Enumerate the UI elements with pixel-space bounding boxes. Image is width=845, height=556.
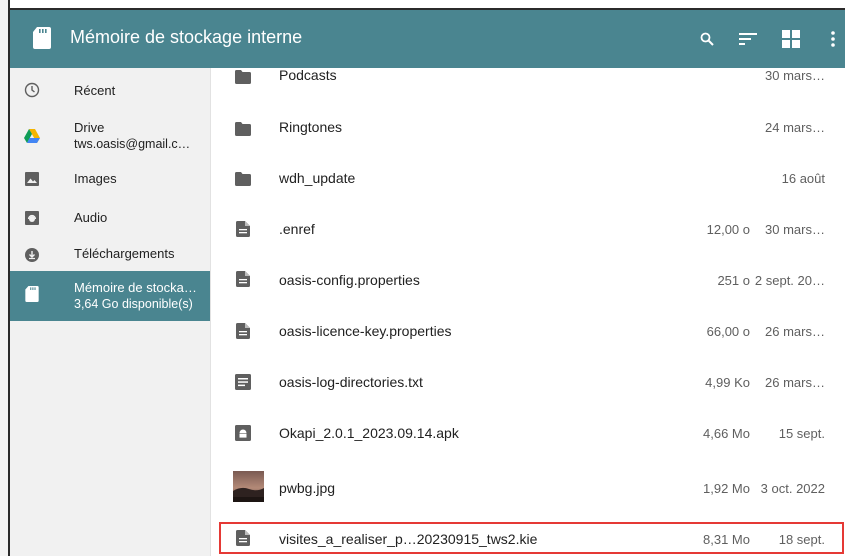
image-thumbnail [233,471,264,502]
folder-icon [235,70,251,84]
list-item[interactable]: oasis-log-directories.txt 4,99 Ko 26 mar… [211,358,845,408]
sidebar-item-audio[interactable]: Audio [10,199,210,239]
sidebar-item-label: Images [74,171,117,186]
image-icon [25,172,39,186]
android-apk-icon [235,425,251,441]
sidebar-item-label: Téléchargements [74,246,175,261]
sidebar-item-label: Récent [74,83,116,98]
file-size: 251 o [717,273,750,288]
file-date: 2 sept. 20… [754,273,825,288]
sort-button[interactable] [737,28,759,50]
file-name: pwbg.jpg [279,480,336,496]
navigation-drawer: Récent Drive tws.oasis@gmail.c… Images A… [10,68,211,556]
file-size: 8,31 Mo [703,532,750,547]
file-size: 66,00 o [706,324,750,339]
file-date: 24 mars… [765,120,825,135]
file-date: 26 mars… [765,324,825,339]
drive-icon [24,129,40,143]
file-name: oasis-licence-key.properties [279,323,452,339]
file-date: 3 oct. 2022 [760,481,825,496]
list-item-selected[interactable]: visites_a_realiser_p…20230915_tws2.kie 8… [211,520,845,556]
folder-icon [235,122,251,136]
file-name: wdh_update [279,170,356,186]
file-date: 18 sept. [778,532,825,547]
sidebar-item-images[interactable]: Images [10,160,210,200]
list-item[interactable]: Podcasts 30 mars… [211,56,845,106]
storage-available: 3,64 Go disponible(s) [74,297,193,311]
file-name: Podcasts [279,67,337,83]
text-file-icon [235,374,251,390]
file-size: 1,92 Mo [703,481,750,496]
file-name: Okapi_2.0.1_2023.09.14.apk [279,425,459,441]
file-date: 15 sept. [778,426,825,441]
sidebar-item-drive[interactable]: Drive tws.oasis@gmail.c… [10,112,210,158]
more-options-button[interactable] [822,28,844,50]
clock-icon [24,82,40,98]
search-button[interactable] [696,28,718,50]
file-list: Podcasts 30 mars… Ringtones 24 mars… wdh… [211,67,845,556]
audio-icon [25,211,39,225]
window-frame-left [0,0,8,556]
grid-view-button[interactable] [780,28,802,50]
sidebar-item-account: tws.oasis@gmail.c… [74,137,191,151]
sidebar-item-label: Audio [74,210,108,225]
grid-view-icon [782,30,800,48]
file-name: .enref [279,221,315,237]
search-icon [700,32,714,46]
window-frame-top [0,0,845,8]
file-size: 4,99 Ko [705,375,750,390]
file-name: oasis-log-directories.txt [279,374,423,390]
list-item[interactable]: pwbg.jpg 1,92 Mo 3 oct. 2022 [211,460,845,516]
sidebar-item-recent[interactable]: Récent [10,70,210,110]
page-title: Mémoire de stockage interne [70,27,303,47]
sd-card-icon [33,27,51,49]
file-date: 30 mars… [765,222,825,237]
list-item[interactable]: oasis-config.properties 251 o 2 sept. 20… [211,256,845,306]
file-date: 16 août [781,171,825,186]
list-item[interactable]: Ringtones 24 mars… [211,106,845,156]
file-icon [236,323,250,339]
download-icon [25,248,39,262]
file-date: 30 mars… [765,68,825,83]
sidebar-item-downloads[interactable]: Téléchargements [10,235,210,275]
file-date: 26 mars… [765,375,825,390]
sidebar-item-label: Mémoire de stocka… [74,280,197,295]
list-item[interactable]: oasis-licence-key.properties 66,00 o 26 … [211,308,845,358]
sd-card-icon [25,286,39,302]
file-icon [236,221,250,237]
file-icon [236,271,250,287]
file-size: 4,66 Mo [703,426,750,441]
file-icon [236,530,250,546]
list-item[interactable]: wdh_update 16 août [211,156,845,206]
folder-icon [235,172,251,186]
list-item[interactable]: Okapi_2.0.1_2023.09.14.apk 4,66 Mo 15 se… [211,410,845,460]
sidebar-item-label: Drive [74,120,105,135]
file-name: visites_a_realiser_p…20230915_tws2.kie [279,531,538,547]
list-item[interactable]: .enref 12,00 o 30 mars… [211,206,845,256]
more-vert-icon [831,31,835,47]
file-name: Ringtones [279,119,343,135]
file-name: oasis-config.properties [279,272,420,288]
sort-icon [739,33,757,45]
file-size: 12,00 o [706,222,750,237]
sidebar-item-internal-storage[interactable]: Mémoire de stocka… 3,64 Go disponible(s) [10,271,210,321]
